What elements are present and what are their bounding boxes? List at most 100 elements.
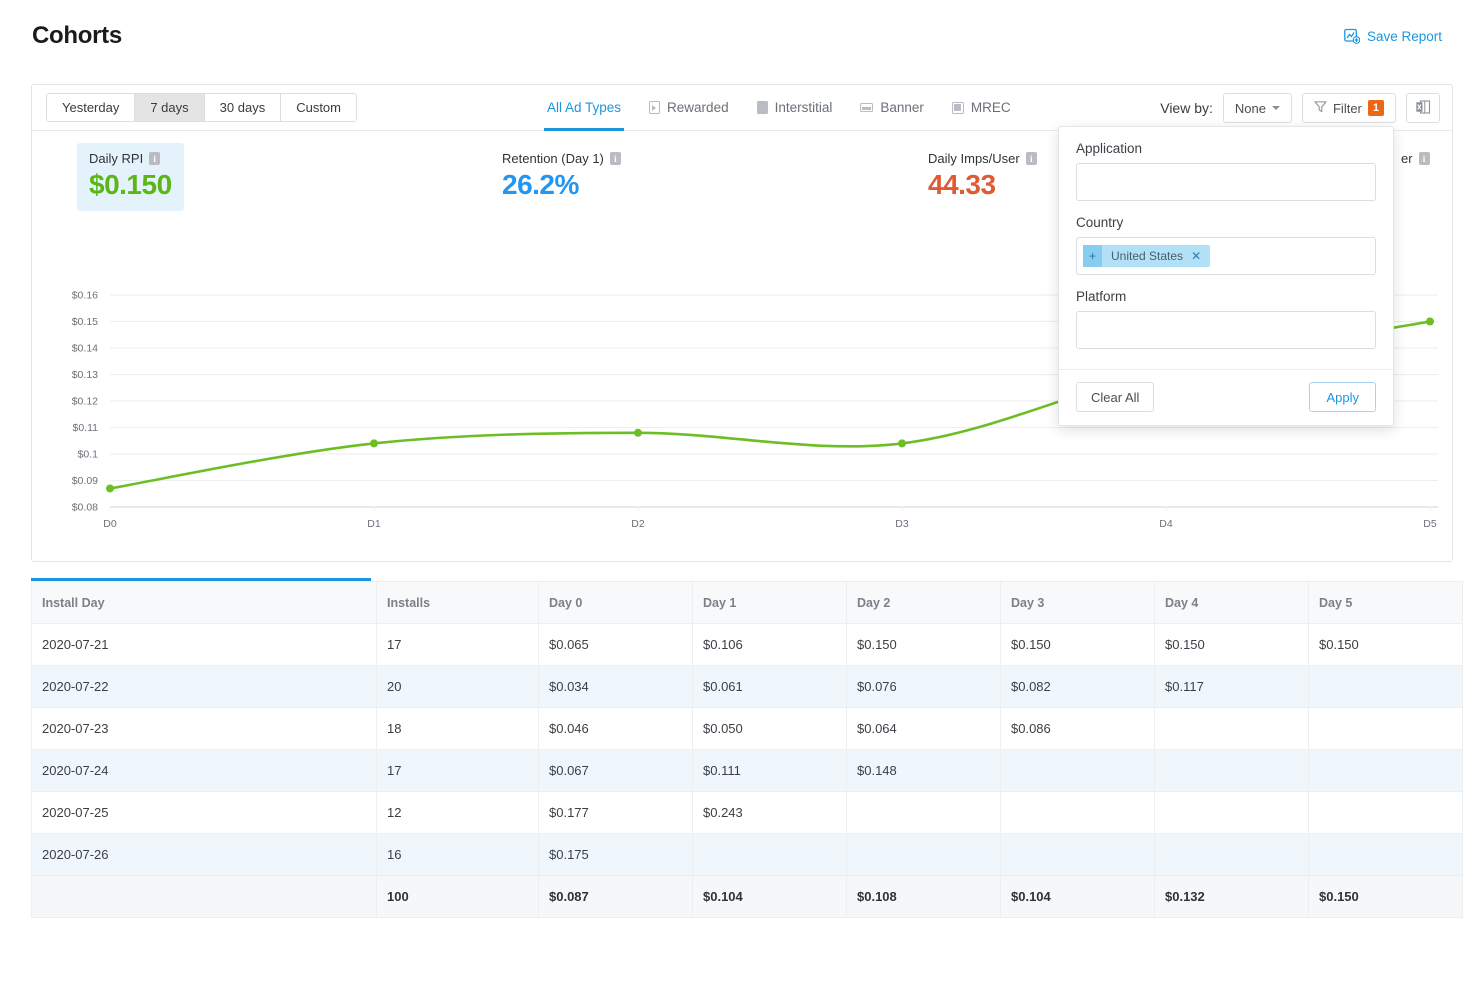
chart-y-tick-label: $0.12 <box>72 396 98 408</box>
table-cell: $0.067 <box>538 749 693 792</box>
tab-rewarded[interactable]: Rewarded <box>649 85 729 131</box>
chart-data-point[interactable] <box>1426 317 1434 326</box>
table-body: 2020-07-21 17 $0.065 $0.106 $0.150 $0.150 $0.1… <box>31 623 1463 918</box>
tab-banner-label: Banner <box>880 99 924 115</box>
tab-interstitial[interactable]: Interstitial <box>756 85 832 131</box>
table-total-cell: $0.087 <box>538 875 693 918</box>
kpi-fourth-occluded-label: er <box>1401 151 1413 166</box>
platform-input[interactable] <box>1076 311 1376 349</box>
tab-all-ad-types[interactable]: All Ad Types <box>543 85 625 131</box>
kpi-daily-imps-per-user[interactable]: Daily Imps/User i 44.33 <box>916 143 1049 211</box>
chart-y-tick-label: $0.09 <box>72 475 98 487</box>
chart-y-tick-label: $0.11 <box>73 422 99 434</box>
table-cell: 2020-07-23 <box>31 707 377 750</box>
info-icon[interactable]: i <box>149 152 161 165</box>
table-row[interactable]: 2020-07-24 17 $0.067 $0.111 $0.148 <box>31 749 1463 792</box>
kpi-daily-imps-per-user-value: 44.33 <box>928 169 996 200</box>
table-total-cell: 100 <box>376 875 539 918</box>
table-cell: $0.050 <box>692 707 847 750</box>
application-input[interactable] <box>1076 163 1376 201</box>
kpi-retention-day-1-label: Retention (Day 1) <box>502 151 604 166</box>
chart-data-point[interactable] <box>106 484 114 493</box>
chart-x-tick-label: D3 <box>895 518 909 530</box>
kpi-daily-rpi-value: $0.150 <box>89 169 172 200</box>
mrec-icon <box>951 101 964 114</box>
filter-popover-footer: Clear All Apply <box>1059 369 1393 425</box>
kpi-retention-label-row: Retention (Day 1) i <box>502 151 621 166</box>
kpi-fourth-occluded[interactable]: er i <box>1389 143 1442 179</box>
table-header-day-4[interactable]: Day 4 <box>1154 581 1309 624</box>
table-cell: 18 <box>376 707 539 750</box>
export-excel-button[interactable] <box>1406 93 1440 123</box>
table-header-day-0[interactable]: Day 0 <box>538 581 693 624</box>
table-cell: 2020-07-25 <box>31 791 377 834</box>
view-by-label: View by: <box>1160 100 1213 116</box>
kpi-fourth-label-row: er i <box>1401 151 1430 166</box>
table-row[interactable]: 2020-07-23 18 $0.046 $0.050 $0.064 $0.086 <box>31 707 1463 750</box>
table-total-cell: $0.104 <box>692 875 847 918</box>
filter-count-badge: 1 <box>1367 100 1384 116</box>
clear-all-button[interactable]: Clear All <box>1076 382 1155 412</box>
date-range-30-days[interactable]: 30 days <box>204 94 282 121</box>
tag-plus-icon[interactable]: + <box>1083 245 1103 267</box>
date-range-group: Yesterday 7 days 30 days Custom <box>46 93 357 122</box>
table-header-day-1[interactable]: Day 1 <box>692 581 847 624</box>
chart-data-point[interactable] <box>898 439 906 448</box>
table-row[interactable]: 2020-07-22 20 $0.034 $0.061 $0.076 $0.082 $0.1… <box>31 665 1463 708</box>
table-cell: 20 <box>376 665 539 708</box>
table-header-row: Install Day Installs Day 0 Day 1 Day 2 Day 3D… <box>31 581 1463 624</box>
save-report-button[interactable]: Save Report <box>1344 28 1442 44</box>
table-total-cell: $0.108 <box>846 875 1001 918</box>
table-total-cell <box>31 875 377 918</box>
table-cell: $0.086 <box>1000 707 1155 750</box>
chart-y-tick-label: $0.14 <box>72 343 98 355</box>
chart-y-tick-label: $0.08 <box>72 502 98 514</box>
tab-banner[interactable]: Banner <box>860 85 924 131</box>
apply-button[interactable]: Apply <box>1309 382 1376 412</box>
table-cell: $0.150 <box>1154 623 1309 666</box>
kpi-daily-rpi[interactable]: Daily RPI i $0.150 <box>77 143 184 211</box>
chart-data-point[interactable] <box>370 439 378 448</box>
country-input[interactable]: + United States ✕ <box>1076 237 1376 275</box>
page-header: Cohorts Save Report <box>0 0 1474 72</box>
close-icon[interactable]: ✕ <box>1191 249 1210 263</box>
info-icon[interactable]: i <box>609 152 621 165</box>
table-cell <box>1000 833 1155 876</box>
tab-mrec[interactable]: MREC <box>951 85 1011 131</box>
chart-toolbar: Yesterday 7 days 30 days Custom All Ad T… <box>32 85 1452 131</box>
kpi-daily-imps-label-row: Daily Imps/User i <box>928 151 1037 166</box>
table-cell: $0.061 <box>692 665 847 708</box>
table-cell <box>1308 749 1463 792</box>
table-cell: 12 <box>376 791 539 834</box>
date-range-custom[interactable]: Custom <box>281 94 356 121</box>
cohort-table: Install Day Installs Day 0 Day 1 Day 2 Day 3D… <box>31 581 1463 918</box>
excel-export-icon <box>1415 99 1431 118</box>
table-cell <box>1154 749 1309 792</box>
filter-button[interactable]: Filter 1 <box>1301 93 1396 123</box>
table-header-day-3[interactable]: Day 3 <box>1000 581 1155 624</box>
kpi-retention-day-1[interactable]: Retention (Day 1) i 26.2% <box>490 143 633 211</box>
table-row[interactable]: 2020-07-21 17 $0.065 $0.106 $0.150 $0.150 $0.1… <box>31 623 1463 666</box>
info-icon[interactable]: i <box>1025 152 1037 165</box>
view-by-select[interactable]: None <box>1222 93 1292 123</box>
table-header-day-2[interactable]: Day 2 <box>846 581 1001 624</box>
application-label: Application <box>1076 141 1143 156</box>
table-header-day-5[interactable]: Day 5 <box>1308 581 1463 624</box>
table-cell: $0.150 <box>1308 623 1463 666</box>
table-cell: $0.243 <box>692 791 847 834</box>
table-header-installs[interactable]: Installs <box>376 581 539 624</box>
kpi-daily-rpi-label-row: Daily RPI i <box>89 151 172 166</box>
table-cell <box>846 833 1001 876</box>
table-header-install-day[interactable]: Install Day <box>31 581 377 624</box>
table-cell: 2020-07-26 <box>31 833 377 876</box>
table-cell: $0.148 <box>846 749 1001 792</box>
table-cell: $0.064 <box>846 707 1001 750</box>
chart-data-point[interactable] <box>634 428 642 437</box>
date-range-7-days[interactable]: 7 days <box>135 94 205 121</box>
table-row[interactable]: 2020-07-26 16 $0.175 <box>31 833 1463 876</box>
table-row[interactable]: 2020-07-25 12 $0.177 $0.243 <box>31 791 1463 834</box>
date-range-yesterday[interactable]: Yesterday <box>47 94 136 121</box>
info-icon[interactable]: i <box>1418 152 1430 165</box>
table-cell: 2020-07-24 <box>31 749 377 792</box>
filter-label: Filter <box>1332 100 1362 116</box>
